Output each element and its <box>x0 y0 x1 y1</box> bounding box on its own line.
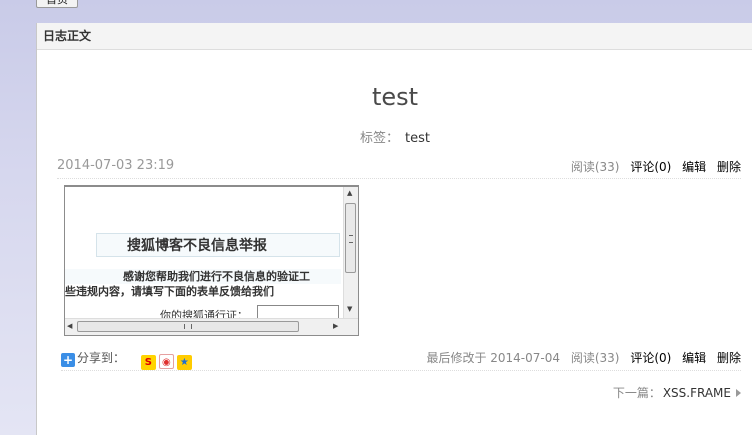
post-actions: 阅读(33) 评论(0) 编辑 删除 <box>564 158 741 175</box>
embedded-report-frame[interactable]: 搜狐博客不良信息举报 感谢您帮助我们进行不良信息的验证工 些违规内容，请填写下面… <box>64 185 359 336</box>
comment-link[interactable]: 评论(0) <box>630 160 671 174</box>
scroll-right-icon[interactable]: ▶ <box>333 322 338 330</box>
arrow-right-icon[interactable] <box>736 389 741 397</box>
share-bar: + 分享到： S ◉ ★ <box>61 349 192 370</box>
last-modified: 最后修改于 2014-07-04 <box>426 351 561 365</box>
next-post-label: 下一篇： <box>612 386 661 400</box>
panel-header: 日志正文 <box>37 23 752 50</box>
edit-link[interactable]: 编辑 <box>682 160 706 174</box>
report-text-line2: 些违规内容，请填写下面的表单反馈给我们 <box>65 285 274 298</box>
report-text-line1: 感谢您帮助我们进行不良信息的验证工 <box>65 269 341 284</box>
tag-link[interactable]: test <box>405 131 430 146</box>
post-footer: + 分享到： S ◉ ★ 最后修改于 2014-07-04 阅读(33) 评论(0) … <box>61 346 741 371</box>
horizontal-scroll-thumb[interactable] <box>77 321 299 332</box>
footer-read-count: 阅读(33) <box>570 351 620 365</box>
footer-actions: 最后修改于 2014-07-04 阅读(33) 评论(0) 编辑 删除 <box>419 349 741 366</box>
report-form-text: 感谢您帮助我们进行不良信息的验证工 些违规内容，请填写下面的表单反馈给我们 <box>65 269 341 299</box>
scroll-left-icon[interactable]: ◀ <box>67 322 72 330</box>
horizontal-scrollbar[interactable]: ◀ ▶ <box>65 318 358 335</box>
sohu-icon[interactable]: S <box>140 355 156 370</box>
home-button[interactable]: 首页 <box>36 0 78 8</box>
next-post-link[interactable]: XSS.FRAME <box>663 386 731 400</box>
footer-delete-link[interactable]: 删除 <box>717 351 741 365</box>
share-label: 分享到： <box>77 351 126 365</box>
qzone-icon[interactable]: ★ <box>176 355 192 370</box>
plus-icon[interactable]: + <box>61 353 75 367</box>
report-form-title: 搜狐博客不良信息举报 <box>96 233 340 257</box>
vertical-scroll-thumb[interactable] <box>345 203 356 273</box>
scroll-up-icon[interactable]: ▲ <box>347 189 352 197</box>
vertical-scrollbar[interactable]: ▲ ▼ <box>343 187 358 319</box>
next-post: 下一篇： XSS.FRAME <box>613 384 741 401</box>
footer-edit-link[interactable]: 编辑 <box>682 351 706 365</box>
post-meta: 2014-07-03 23:19 阅读(33) 评论(0) 编辑 删除 <box>57 156 741 179</box>
post-title: test <box>371 83 419 111</box>
tags-label: 标签： <box>360 131 400 146</box>
read-count: 阅读(33) <box>570 160 620 174</box>
delete-link[interactable]: 删除 <box>717 160 741 174</box>
blog-post-panel: 日志正文 test 标签： test 2014-07-03 23:19 阅读(33… <box>36 23 752 435</box>
post-tags: 标签： test <box>37 127 752 146</box>
post-date: 2014-07-03 23:19 <box>57 158 175 173</box>
footer-comment-link[interactable]: 评论(0) <box>630 351 671 365</box>
scroll-down-icon[interactable]: ▼ <box>347 305 352 313</box>
weibo-icon[interactable]: ◉ <box>158 354 174 369</box>
